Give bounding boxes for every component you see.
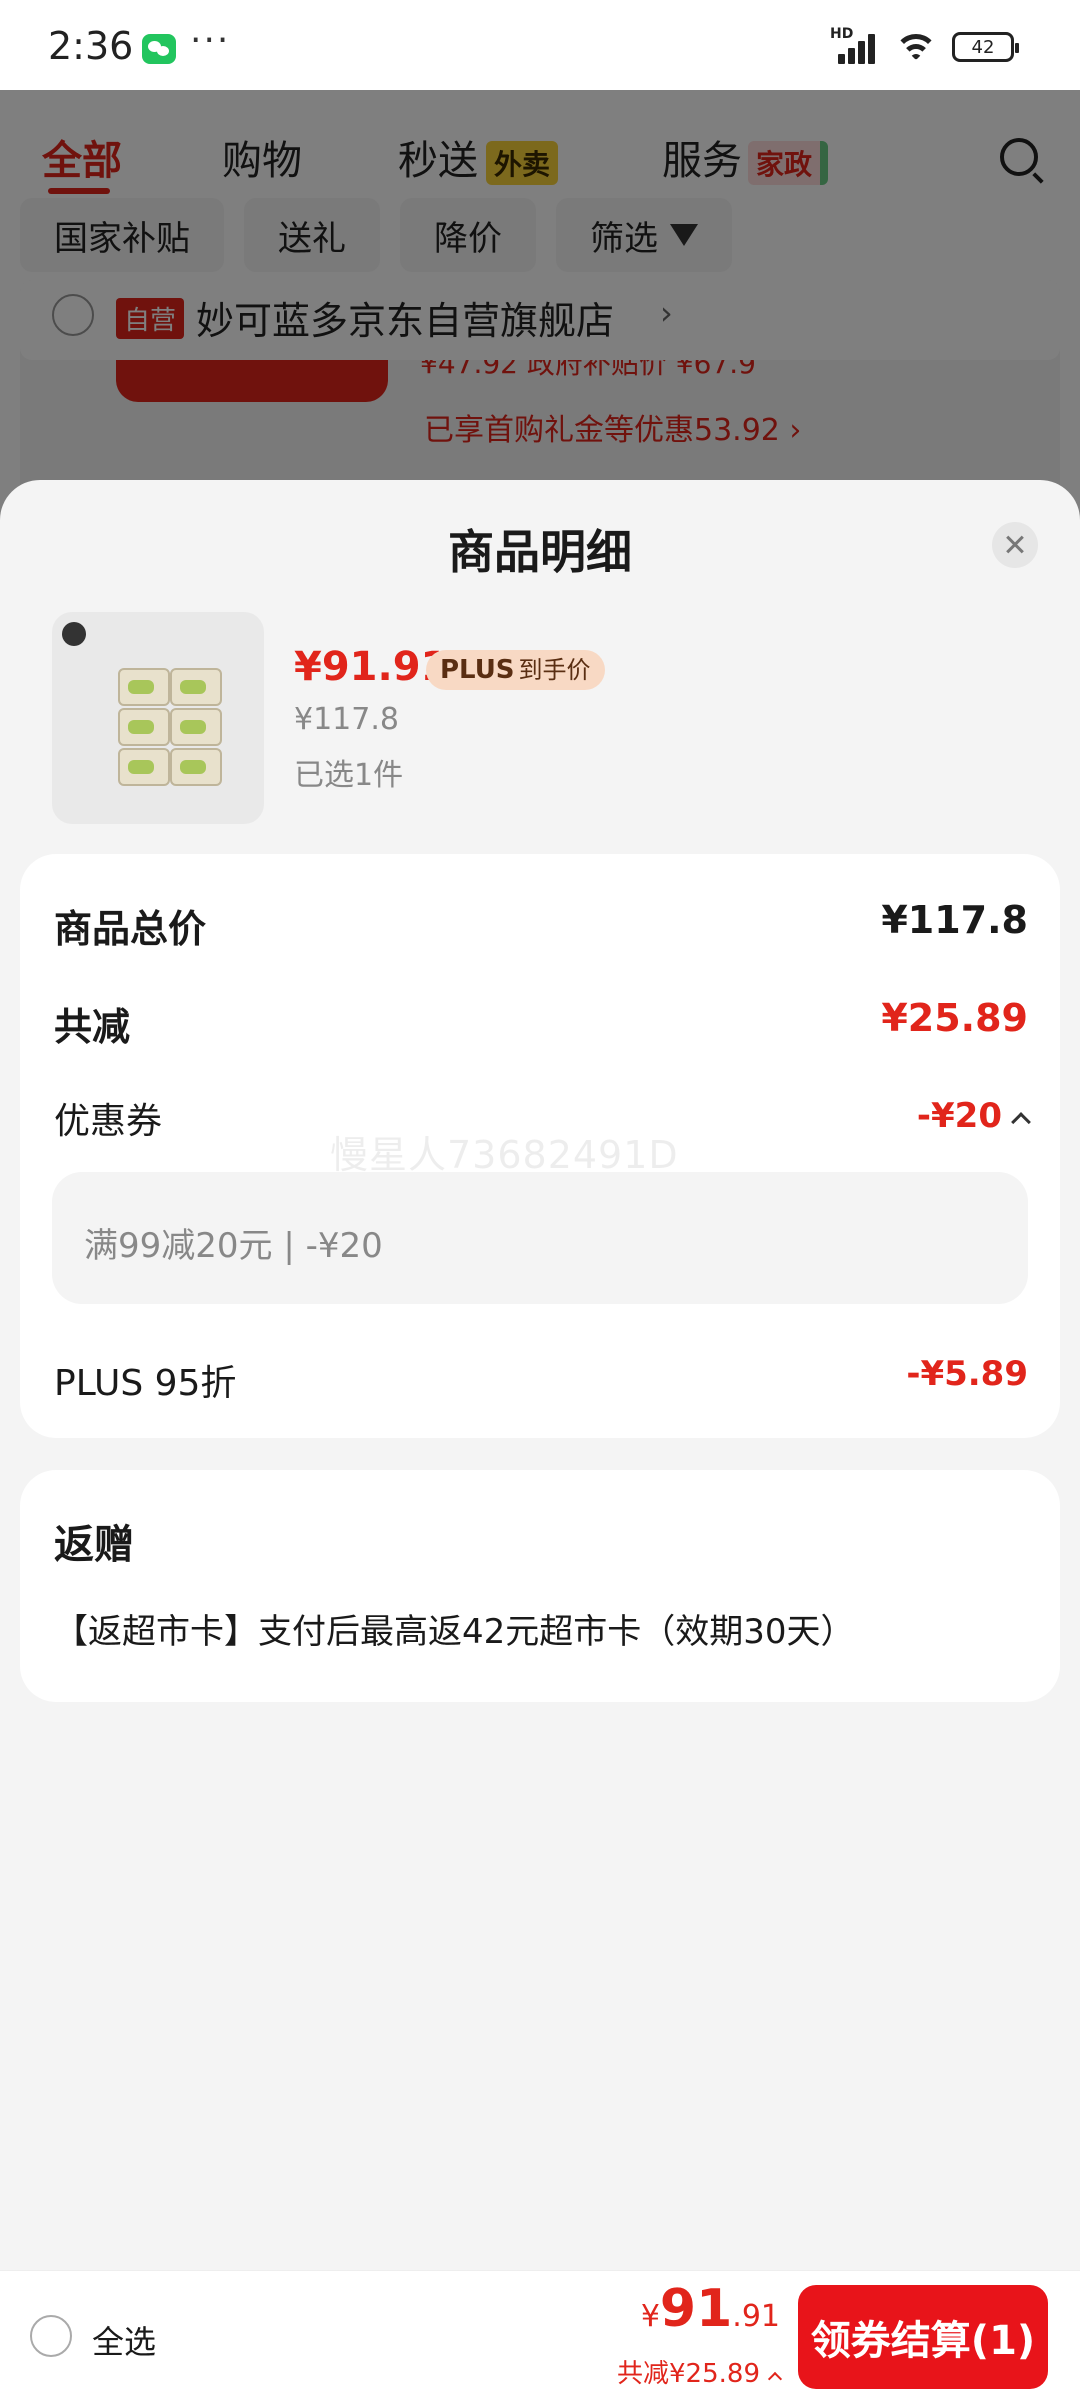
coupon-label: 优惠券 <box>54 1101 163 1142</box>
checkout-bar: 全选 ¥91.91 共减¥25.89 领券结算(1) <box>0 2270 1080 2400</box>
status-time: 2:36 <box>48 24 134 68</box>
brand-logo <box>62 622 86 646</box>
close-icon[interactable] <box>992 522 1038 568</box>
coupon-toggle[interactable]: -¥20 <box>916 1092 1031 1136</box>
total-discount-text: 共减¥25.89 <box>617 2359 760 2389</box>
total-price-integer: 91 <box>659 2279 733 2339</box>
signal-icon: HD <box>830 26 880 64</box>
item-details-sheet: 商品明细 ¥91.91 PLUS 到手价 ¥117.8 已选1件 商品总价 ¥11… <box>0 480 1080 2270</box>
wechat-icon <box>142 34 176 64</box>
select-all-radio[interactable] <box>30 2315 72 2357</box>
plus-badge-label: PLUS <box>440 655 515 685</box>
total-price-label: 商品总价 <box>54 907 207 951</box>
plus-price-badge: PLUS 到手价 <box>426 650 605 690</box>
status-bar: 2:36 ··· HD 42 <box>0 0 1080 90</box>
plus-discount-value: -¥5.89 <box>906 1354 1028 1394</box>
total-discount-label: 共减 <box>54 1005 131 1049</box>
gift-title: 返赠 <box>54 1522 134 1568</box>
original-price: ¥117.8 <box>294 702 399 737</box>
chevron-up-icon <box>1011 1112 1031 1132</box>
gift-card: 返赠 【返超市卡】支付后最高返42元超市卡（效期30天） <box>20 1470 1060 1702</box>
selected-count: 已选1件 <box>294 758 404 793</box>
coupon-detail-box[interactable]: 满99减20元 | -¥20 <box>52 1172 1028 1304</box>
network-type: HD <box>830 26 854 42</box>
select-all-label[interactable]: 全选 <box>92 2317 156 2363</box>
plus-discount-label: PLUS 95折 <box>54 1363 237 1404</box>
battery-icon: 42 <box>952 32 1019 62</box>
gift-text: 【返超市卡】支付后最高返42元超市卡（效期30天） <box>54 1612 855 1652</box>
price-breakdown-card: 商品总价 ¥117.8 共减 ¥25.89 优惠券 -¥20 慢星人736824… <box>20 854 1060 1438</box>
sheet-title: 商品明细 <box>448 525 632 579</box>
total-discount-value: ¥25.89 <box>881 996 1028 1040</box>
wifi-icon <box>894 30 938 64</box>
total-price-value: ¥117.8 <box>881 898 1028 942</box>
chevron-up-icon <box>767 2371 783 2387</box>
coupon-detail-text: 满99减20元 | -¥20 <box>84 1226 383 1266</box>
total-price-decimal: .91 <box>732 2299 780 2334</box>
more-icon: ··· <box>190 20 231 61</box>
watermark: 慢星人73682491D <box>330 1133 679 1177</box>
total-discount-toggle[interactable]: 共减¥25.89 <box>617 2353 783 2390</box>
plus-badge-suffix: 到手价 <box>518 656 591 684</box>
total-price: ¥91.91 <box>641 2279 780 2339</box>
status-indicators: HD 42 <box>830 26 1019 64</box>
checkout-button[interactable]: 领券结算(1) <box>798 2285 1048 2389</box>
currency-symbol: ¥ <box>640 2299 660 2334</box>
product-image <box>52 612 264 824</box>
coupon-value: -¥20 <box>916 1096 1002 1136</box>
